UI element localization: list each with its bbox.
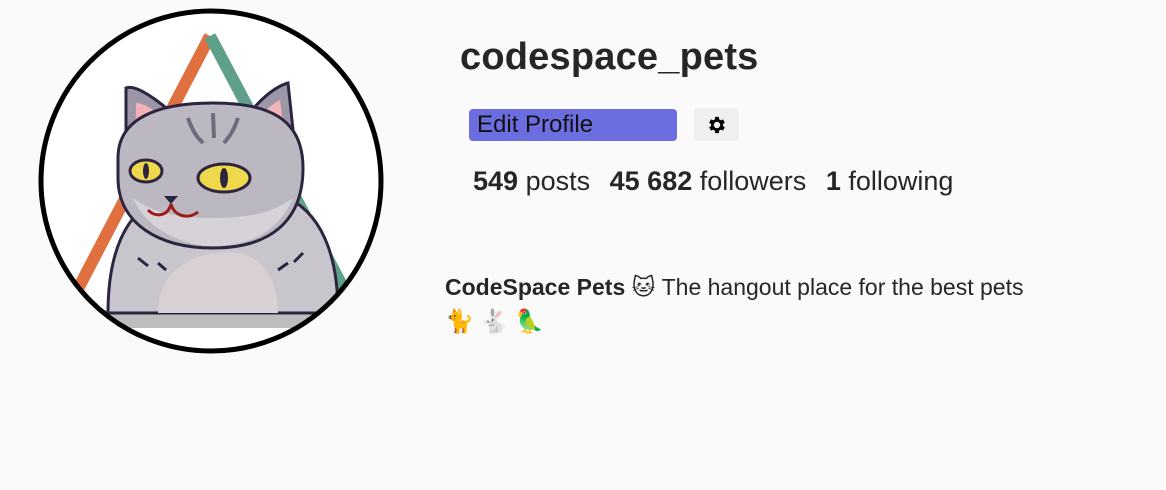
following-label: following (848, 166, 954, 196)
profile-bio: CodeSpace Pets 🐱 The hangout place for t… (445, 270, 1045, 338)
followers-count: 45 682 (609, 166, 693, 196)
followers-label: followers (699, 166, 807, 196)
followers-stat[interactable]: 45 682 followers (610, 166, 807, 196)
edit-profile-button[interactable]: Edit Profile (469, 109, 677, 141)
posts-stat[interactable]: 549 posts (473, 166, 590, 196)
bio-name: CodeSpace Pets (445, 274, 626, 300)
bio-emojis: 🐈 🐇 🦜 (445, 308, 544, 334)
bio-text: The hangout place for the best pets (661, 274, 1024, 300)
bio-name-emoji: 🐱 (631, 274, 656, 300)
posts-count: 549 (473, 166, 519, 196)
gear-icon (708, 116, 725, 133)
cat-avatar-icon (38, 8, 384, 354)
profile-username: codespace_pets (460, 36, 759, 78)
following-count: 1 (825, 166, 841, 196)
profile-stats: 549 posts 45 682 followers 1 following (473, 166, 965, 197)
settings-button[interactable] (694, 108, 739, 141)
posts-label: posts (525, 166, 591, 196)
profile-avatar[interactable] (38, 8, 384, 354)
following-stat[interactable]: 1 following (826, 166, 954, 196)
